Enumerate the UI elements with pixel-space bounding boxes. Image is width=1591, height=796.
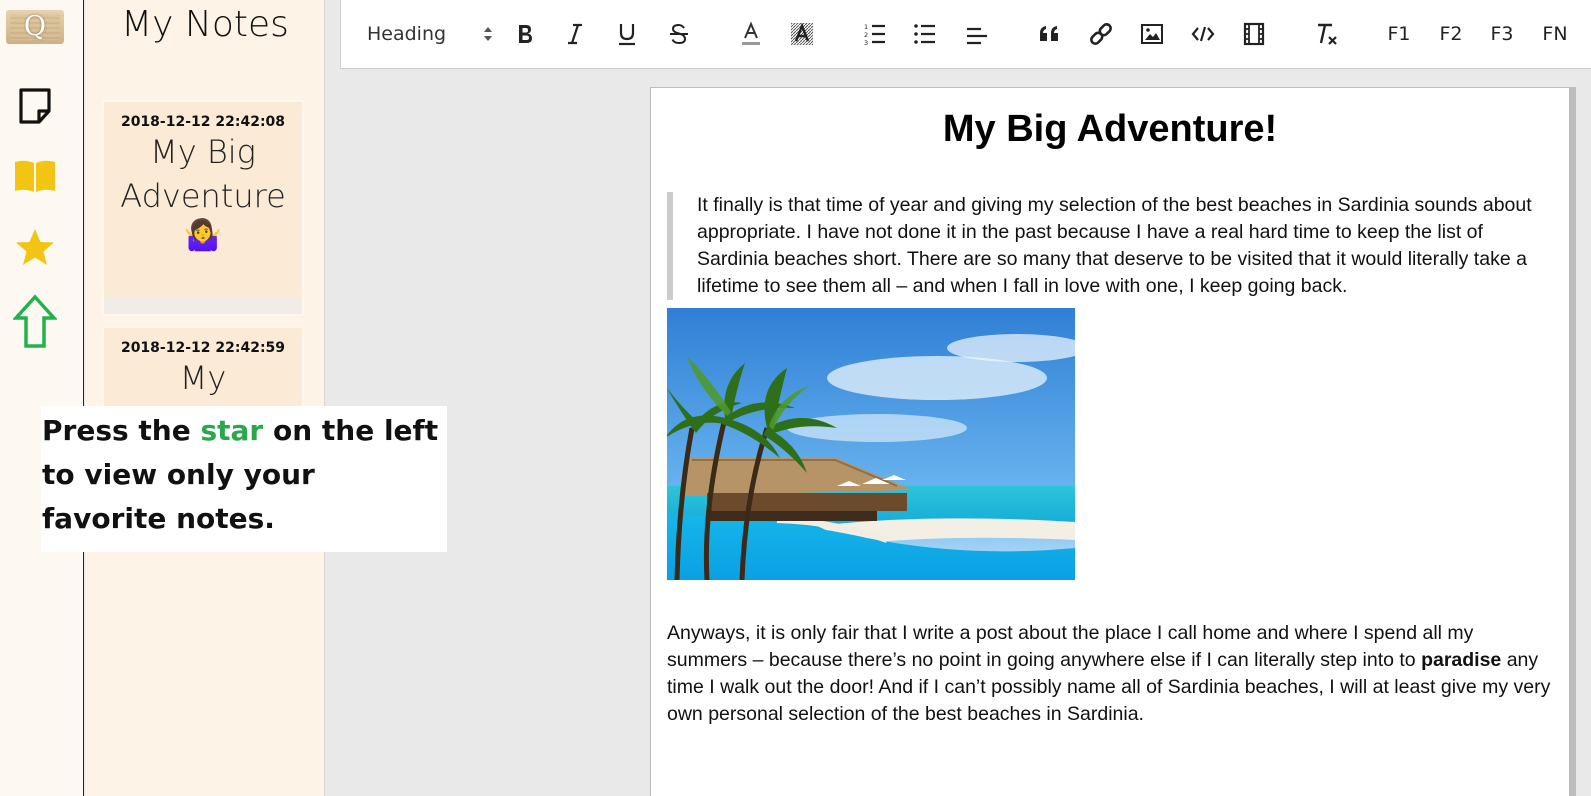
notes-panel: My Notes 2018-12-12 22:42:08 My Big Adve…	[85, 0, 325, 796]
tooltip-text-before: Press the	[42, 414, 201, 447]
beach-resort-photo	[667, 308, 1075, 580]
app-rail: Q	[0, 0, 84, 796]
heading-select-value: Heading	[367, 23, 447, 45]
f2-button[interactable]: F2	[1431, 14, 1471, 54]
tooltip-highlight: star	[200, 414, 264, 447]
note-card-footer	[104, 298, 302, 314]
clear-format-icon[interactable]	[1309, 14, 1345, 54]
video-icon[interactable]	[1236, 14, 1272, 54]
note-heading: My Big Adventure!	[942, 108, 1278, 150]
book-icon[interactable]	[13, 154, 57, 198]
body-paragraph: Anyways, it is only fair that I write a …	[667, 620, 1557, 728]
f1-button[interactable]: F1	[1379, 14, 1419, 54]
editor-toolbar: Heading 123 F1 F2 F3 FN	[340, 0, 1591, 69]
background-color-icon[interactable]	[784, 14, 820, 54]
svg-text:2: 2	[864, 31, 868, 39]
note-card[interactable]: 2018-12-12 22:42:08 My Big Adventure 🤷‍♀…	[102, 100, 304, 316]
font-color-icon[interactable]	[733, 14, 769, 54]
select-arrows-icon	[482, 25, 494, 43]
notes-panel-title: My Notes	[121, 4, 289, 45]
svg-text:3: 3	[864, 39, 868, 45]
svg-text:1: 1	[864, 23, 868, 31]
note-emoji: 🤷‍♀️	[184, 219, 222, 252]
ordered-list-icon[interactable]: 123	[857, 14, 893, 54]
upload-arrow-icon[interactable]	[13, 294, 57, 350]
sticky-note-icon[interactable]	[13, 84, 57, 128]
italic-icon[interactable]	[557, 14, 593, 54]
logo-letter: Q	[23, 11, 47, 42]
strikethrough-icon[interactable]	[661, 14, 697, 54]
favorites-tooltip: Press the star on the left to view only …	[41, 406, 447, 552]
star-icon[interactable]	[13, 226, 57, 270]
f3-button[interactable]: F3	[1482, 14, 1522, 54]
paragraph-text-before: Anyways, it is only fair that I write a …	[667, 622, 1474, 671]
note-editor[interactable]: My Big Adventure! It finally is that tim…	[650, 87, 1570, 796]
note-date: 2018-12-12 22:42:59	[120, 340, 286, 356]
image-icon[interactable]	[1134, 14, 1170, 54]
underline-icon[interactable]	[609, 14, 645, 54]
note-title: My Big Adventure	[120, 133, 286, 215]
fn-button[interactable]: FN	[1533, 14, 1577, 54]
paragraph-bold-text: paradise	[1421, 649, 1502, 671]
align-icon[interactable]	[959, 14, 995, 54]
app-logo[interactable]: Q	[6, 10, 64, 44]
bold-icon[interactable]	[507, 14, 543, 54]
bullet-list-icon[interactable]	[907, 14, 943, 54]
code-icon[interactable]	[1185, 14, 1221, 54]
note-date: 2018-12-12 22:42:08	[120, 114, 286, 130]
blockquote: It finally is that time of year and givi…	[667, 192, 1542, 300]
blockquote-icon[interactable]	[1031, 14, 1067, 54]
link-icon[interactable]	[1083, 14, 1119, 54]
heading-select[interactable]: Heading	[367, 14, 497, 54]
